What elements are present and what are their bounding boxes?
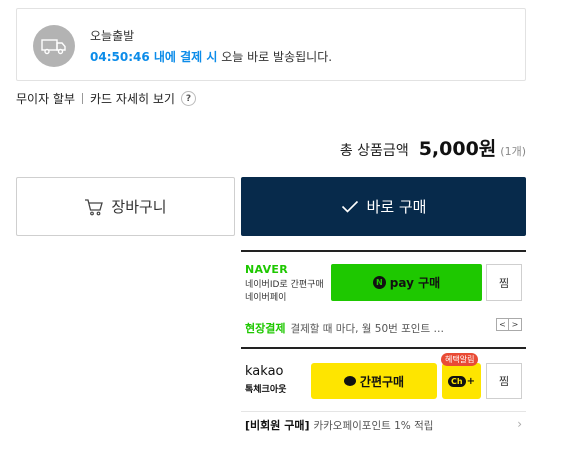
chevron-right-icon[interactable]: ›: [517, 417, 522, 431]
npay-buy-button[interactable]: N pay 구매: [331, 264, 482, 301]
npay-buy-label: pay 구매: [389, 276, 441, 290]
shipping-message-text: 오늘 바로 발송됩니다.: [217, 50, 333, 64]
next-arrow-icon[interactable]: >: [509, 318, 522, 331]
kakao-wishlist-button[interactable]: 찜: [486, 363, 522, 399]
total-label: 총 상품금액: [339, 143, 409, 159]
cart-label: 장바구니: [111, 198, 167, 216]
kakao-buy-label: 간편구매: [359, 374, 405, 389]
total-quantity: (1개): [500, 145, 526, 158]
kakao-channel-button[interactable]: Ch +: [442, 363, 481, 399]
kakao-buy-button[interactable]: 간편구매: [311, 363, 437, 399]
npay-logo-icon: N: [372, 276, 386, 289]
naver-subtitle: 네이버ID로 간편구매: [245, 280, 324, 290]
today-shipping-box: 오늘출발 04:50:46 내에 결제 시 오늘 바로 발송됩니다.: [16, 8, 526, 81]
naver-logo: NAVER: [245, 263, 288, 276]
naver-wishlist-button[interactable]: 찜: [486, 264, 522, 301]
channel-icon: Ch: [448, 375, 466, 387]
add-to-cart-button[interactable]: 장바구니: [16, 177, 235, 236]
installment-label: 무이자 할부: [16, 92, 76, 106]
card-installment-row: 무이자 할부 카드 자세히 보기 ?: [16, 90, 196, 107]
naver-promo-text: 결제할 때 마다, 월 50번 포인트 …: [290, 322, 444, 335]
divider: [82, 93, 84, 104]
countdown-timer: 04:50:46 내에 결제 시: [90, 50, 218, 64]
naver-promo-info: 현장결제 결제할 때 마다, 월 50번 포인트 …: [245, 320, 444, 336]
kakao-promo-info[interactable]: [비회원 구매] 카카오페이포인트 1% 적립: [245, 417, 433, 433]
total-price: 5,000원: [418, 138, 497, 160]
naver-pay-section: NAVER 네이버ID로 간편구매 네이버페이 N pay 구매 찜 현장결제 …: [241, 250, 526, 345]
kakao-pay-section: kakao 톡체크아웃 간편구매 Ch + 혜택알림 찜 [비회원 구매] 카카오…: [241, 347, 526, 439]
buy-now-button[interactable]: 바로 구매: [241, 177, 526, 236]
cart-icon: [85, 198, 104, 215]
channel-plus-icon: +: [466, 375, 475, 387]
buy-label: 바로 구매: [366, 198, 427, 216]
shipping-message: 04:50:46 내에 결제 시 오늘 바로 발송됩니다.: [90, 48, 332, 65]
check-icon: [341, 200, 358, 213]
benefit-alert-badge: 혜택알림: [441, 353, 479, 366]
kakao-promo-text: 카카오페이포인트 1% 적립: [313, 419, 434, 432]
prev-arrow-icon[interactable]: <: [496, 318, 509, 331]
shipping-title: 오늘출발: [90, 29, 135, 43]
total-price-row: 총 상품금액 5,000원 (1개): [340, 134, 526, 161]
talk-bubble-icon: [343, 376, 356, 386]
truck-icon: [33, 25, 75, 67]
divider: [241, 411, 526, 412]
naver-pay-label: 네이버페이: [245, 293, 287, 303]
onsite-payment-label: 현장결제: [245, 322, 286, 335]
kakao-logo: kakao: [245, 364, 284, 379]
guest-purchase-label: [비회원 구매]: [245, 419, 310, 432]
card-details-link[interactable]: 카드 자세히 보기: [90, 90, 175, 107]
promo-pager: < >: [496, 318, 522, 331]
help-icon[interactable]: ?: [180, 91, 196, 106]
kakao-subtitle: 톡체크아웃: [245, 385, 287, 395]
